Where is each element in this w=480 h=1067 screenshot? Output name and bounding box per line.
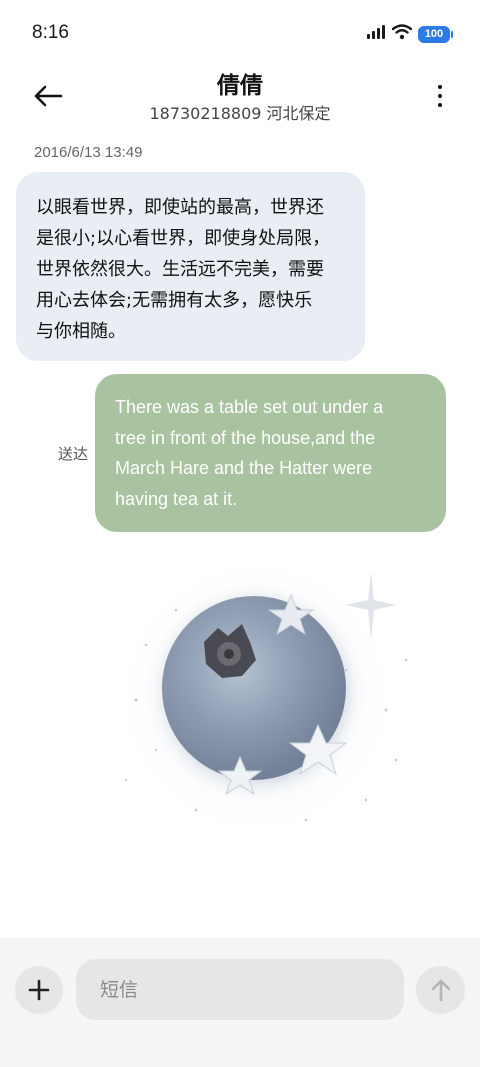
arrow-up-icon (431, 979, 450, 1002)
incoming-line: 用心去体会;无需拥有太多，愿快乐 (36, 290, 313, 311)
more-options-button[interactable] (428, 78, 452, 114)
outgoing-message-bubble[interactable]: There was a table set out under a tree i… (95, 374, 446, 532)
status-time: 8:16 (32, 22, 69, 43)
status-icons: 100 (366, 22, 453, 46)
incoming-line: 以眼看世界，即使站的最高，世界还 (36, 197, 324, 218)
blueberry-image (108, 550, 408, 846)
image-message[interactable] (96, 550, 426, 850)
signal-icon (366, 24, 386, 44)
contact-number-location: 18730218809 河北保定 (149, 104, 331, 123)
outgoing-line: tree in front of the house,and the (115, 427, 376, 448)
incoming-line: 世界依然很大。生活远不完美，需要 (36, 259, 324, 280)
outgoing-line: There was a table set out under a (115, 397, 384, 417)
outgoing-line: having tea at it. (115, 488, 238, 509)
message-input[interactable] (76, 959, 404, 1020)
outgoing-line: March Hare and the Hatter were (115, 458, 373, 478)
incoming-line: 与你相随。 (36, 321, 126, 342)
more-vertical-icon (438, 85, 442, 89)
plus-icon (28, 979, 50, 1001)
add-attachment-button[interactable] (15, 966, 63, 1014)
conversation-header: 倩倩 18730218809 河北保定 (0, 64, 480, 128)
delivery-status: 送达 (58, 445, 89, 463)
wifi-icon (391, 24, 413, 44)
status-bar: 8:16 100 (0, 0, 480, 64)
compose-bar (0, 938, 480, 1067)
send-button[interactable] (416, 966, 465, 1014)
contact-name: 倩倩 (217, 73, 263, 99)
battery-icon: 100 (418, 25, 453, 43)
message-timestamp: 2016/6/13 13:49 (34, 144, 143, 161)
incoming-message-bubble[interactable]: 以眼看世界，即使站的最高，世界还 是很小;以心看世界，即使身处局限， 世界依然很… (16, 172, 365, 361)
incoming-line: 是很小;以心看世界，即使身处局限， (36, 228, 331, 249)
